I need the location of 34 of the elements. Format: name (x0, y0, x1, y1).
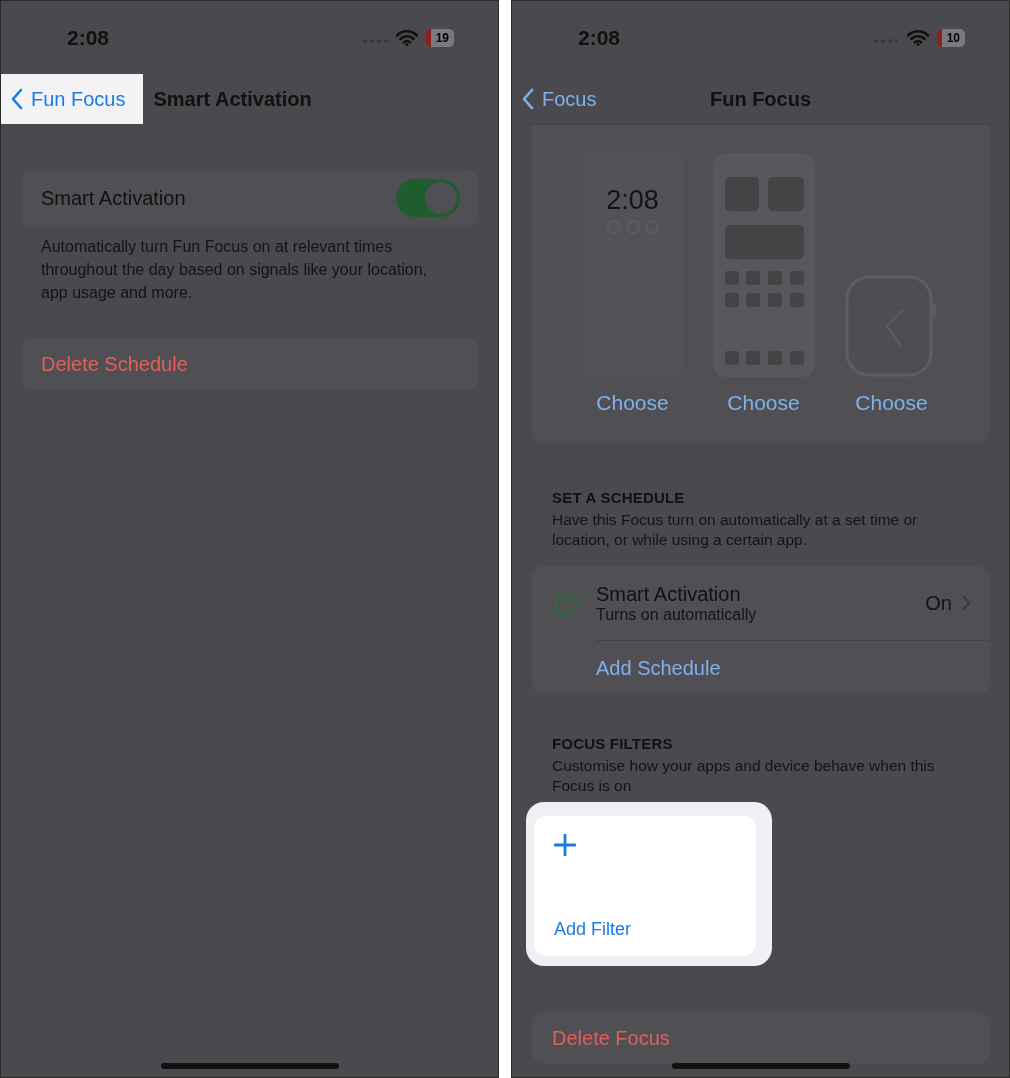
chevron-icon (962, 595, 971, 611)
section-header: FOCUS FILTERS (552, 735, 674, 752)
nav-title: Fun Focus (709, 87, 812, 111)
toggle-switch[interactable] (396, 179, 460, 217)
schedule-row[interactable]: Smart Activation Turns on automatically On (552, 566, 989, 640)
footer-text: Automatically turn Fun Focus on at relevant times throughout the day based on signals like your location, app usage and more. (41, 237, 429, 303)
back-chevron-icon (11, 88, 23, 110)
row-value: On (925, 591, 952, 615)
section-description: Customise how your apps and device behave when this Focus is on (552, 756, 936, 796)
section-header: SET A SCHEDULE (552, 489, 686, 506)
status-time: 2:08 (578, 25, 621, 50)
wifi-icon (906, 29, 929, 46)
plus-icon (554, 834, 576, 856)
add-filter-button[interactable]: Add Filter (534, 816, 756, 956)
choose-link[interactable]: Choose (855, 391, 928, 415)
lock-clock: 2:08 (606, 185, 659, 215)
battery-level: 19 (425, 28, 454, 47)
choose-link[interactable]: Choose (596, 391, 669, 415)
nav-title: Smart Activation (153, 87, 312, 111)
back-chevron-icon (522, 88, 534, 110)
delete-button[interactable]: Delete Focus (552, 1026, 670, 1050)
back-button[interactable]: Fun Focus (1, 74, 144, 124)
row-subtitle: Turns on automatically (596, 605, 758, 624)
add-schedule-link[interactable]: Add Schedule (552, 641, 721, 695)
section-description: Have this Focus turn on automatically at a set time or location, or while using a certain app. (552, 510, 919, 550)
delete-button[interactable]: Delete Schedule (41, 352, 188, 376)
row-title: Smart Activation (596, 582, 742, 606)
row-label: Smart Activation (41, 186, 186, 210)
battery-level: 10 (936, 28, 965, 47)
wifi-icon (395, 29, 418, 46)
back-button[interactable]: Focus (512, 74, 615, 124)
choose-link[interactable]: Choose (727, 391, 800, 415)
power-icon (552, 589, 580, 617)
status-time: 2:08 (67, 25, 110, 50)
